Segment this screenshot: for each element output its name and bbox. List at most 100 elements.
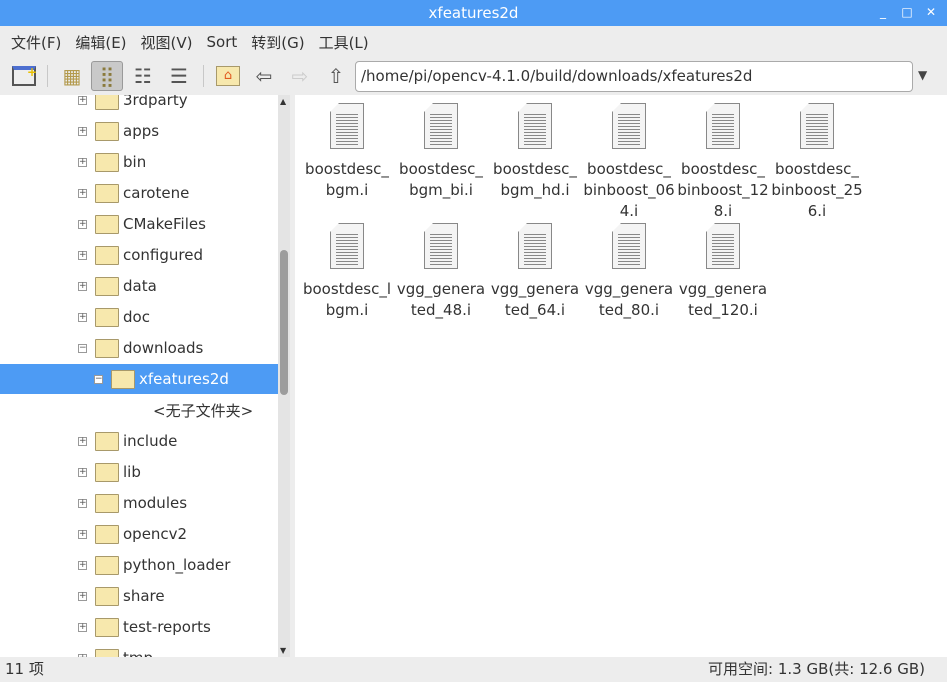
tree-item[interactable]: + include [0, 426, 278, 456]
tree-item-label: doc [123, 308, 150, 326]
scrollbar-thumb[interactable] [280, 250, 288, 395]
tree-item[interactable]: + tmp [0, 643, 278, 657]
menu-edit[interactable]: 编辑(E) [68, 32, 133, 53]
folder-icon [95, 183, 119, 203]
tree-item[interactable]: + CMakeFiles [0, 209, 278, 239]
new-window-icon: + [12, 65, 37, 86]
toolbar: + ▦ ⣿ ☷ ☰ ⌂ ⇦ ⇨ ⇧ /home/pi/opencv-4.1.0/… [0, 58, 947, 95]
expander-icon[interactable]: + [78, 591, 87, 601]
file-item[interactable]: vgg_generated_120.i [676, 223, 770, 343]
expander-icon[interactable]: + [78, 467, 87, 477]
expander-icon[interactable]: + [78, 219, 87, 229]
chevron-down-icon[interactable]: ▼ [918, 68, 927, 82]
expander-icon[interactable]: + [78, 312, 87, 322]
compact-view-button[interactable]: ☷ [127, 61, 159, 91]
tree-item[interactable]: + opencv2 [0, 519, 278, 549]
file-name: boostdesc_bgm.i [305, 160, 389, 199]
file-name: boostdesc_binboost_256.i [771, 160, 863, 220]
file-name: vgg_generated_80.i [584, 280, 674, 319]
tree-item[interactable]: + configured [0, 240, 278, 270]
expander-icon[interactable]: + [78, 126, 87, 136]
icon-view-icon: ⣿ [99, 64, 115, 88]
expander-icon[interactable]: + [78, 560, 87, 570]
tree-item-label: CMakeFiles [123, 215, 206, 233]
tree-item[interactable]: + test-reports [0, 612, 278, 642]
folder-icon [95, 214, 119, 234]
folder-icon [95, 338, 119, 358]
folder-icon [95, 276, 119, 296]
minimize-button[interactable]: _ [876, 5, 890, 19]
expander-icon[interactable]: + [78, 157, 87, 167]
folder-icon [95, 307, 119, 327]
text-file-icon [424, 223, 458, 269]
tree-item[interactable]: + lib [0, 457, 278, 487]
tree-item-label: include [123, 432, 178, 450]
detailed-list-view-button[interactable]: ☰ [163, 61, 195, 91]
menu-sort[interactable]: Sort [200, 33, 245, 51]
tree-item[interactable]: + bin [0, 147, 278, 177]
tree-item[interactable]: − downloads [0, 333, 278, 363]
expander-icon[interactable]: + [78, 622, 87, 632]
window-title: xfeatures2d [428, 4, 519, 22]
icon-view-button[interactable]: ⣿ [91, 61, 123, 91]
file-item[interactable]: vgg_generated_80.i [582, 223, 676, 343]
expander-icon[interactable]: + [78, 498, 87, 508]
tree-item[interactable]: <无子文件夹> [0, 395, 278, 425]
menu-go[interactable]: 转到(G) [244, 32, 311, 53]
file-item[interactable]: vgg_generated_48.i [394, 223, 488, 343]
text-file-icon [612, 103, 646, 149]
tree-item[interactable]: + share [0, 581, 278, 611]
thumbnail-view-button[interactable]: ▦ [56, 61, 88, 91]
arrow-right-icon: ⇨ [291, 64, 309, 88]
tree-item[interactable]: + apps [0, 116, 278, 146]
expander-icon[interactable]: + [78, 95, 87, 105]
file-item[interactable]: boostdesc_bgm_bi.i [394, 103, 488, 223]
maximize-button[interactable]: □ [900, 5, 914, 19]
tree-item-label: carotene [123, 184, 190, 202]
file-name: boostdesc_binboost_128.i [677, 160, 769, 220]
new-window-button[interactable]: + [8, 61, 40, 91]
tree-item[interactable]: − xfeatures2d [0, 364, 278, 394]
tree-item[interactable]: + 3rdparty [0, 95, 278, 115]
file-item[interactable]: boostdesc_binboost_256.i [770, 103, 864, 223]
file-item[interactable]: boostdesc_binboost_064.i [582, 103, 676, 223]
back-button[interactable]: ⇦ [248, 61, 280, 91]
tree-item[interactable]: + data [0, 271, 278, 301]
file-item[interactable]: vgg_generated_64.i [488, 223, 582, 343]
file-view: boostdesc_bgm.i boostdesc_bgm_bi.i boostde… [295, 95, 947, 657]
tree-item-label: tmp [123, 649, 153, 657]
expander-icon[interactable]: − [94, 374, 103, 384]
tree-item[interactable]: + carotene [0, 178, 278, 208]
tree-item-label: python_loader [123, 556, 231, 574]
path-input[interactable]: /home/pi/opencv-4.1.0/build/downloads/xf… [355, 61, 913, 92]
expander-icon[interactable]: + [78, 250, 87, 260]
expander-icon[interactable]: + [78, 529, 87, 539]
tree-item-label: apps [123, 122, 160, 140]
close-button[interactable]: ✕ [924, 5, 938, 19]
file-item[interactable]: boostdesc_bgm.i [300, 103, 394, 223]
file-item[interactable]: boostdesc_binboost_128.i [676, 103, 770, 223]
text-file-icon [800, 103, 834, 149]
status-bar: 11 项 可用空间: 1.3 GB(共: 12.6 GB) [0, 657, 947, 682]
text-file-icon [706, 223, 740, 269]
expander-icon[interactable]: + [78, 436, 87, 446]
tree-item[interactable]: + doc [0, 302, 278, 332]
folder-icon [95, 431, 119, 451]
text-file-icon [330, 223, 364, 269]
expander-icon[interactable]: − [78, 343, 87, 353]
file-item[interactable]: boostdesc_lbgm.i [300, 223, 394, 343]
menu-view[interactable]: 视图(V) [134, 32, 200, 53]
menu-tools[interactable]: 工具(L) [312, 32, 376, 53]
file-name: boostdesc_bgm_bi.i [399, 160, 483, 199]
home-button[interactable]: ⌂ [212, 61, 244, 91]
home-icon: ⌂ [216, 66, 240, 86]
tree-item[interactable]: + modules [0, 488, 278, 518]
menu-file[interactable]: 文件(F) [4, 32, 68, 53]
text-file-icon [518, 223, 552, 269]
forward-button[interactable]: ⇨ [284, 61, 316, 91]
tree-item[interactable]: + python_loader [0, 550, 278, 580]
expander-icon[interactable]: + [78, 188, 87, 198]
expander-icon[interactable]: + [78, 281, 87, 291]
file-item[interactable]: boostdesc_bgm_hd.i [488, 103, 582, 223]
up-button[interactable]: ⇧ [320, 61, 352, 91]
